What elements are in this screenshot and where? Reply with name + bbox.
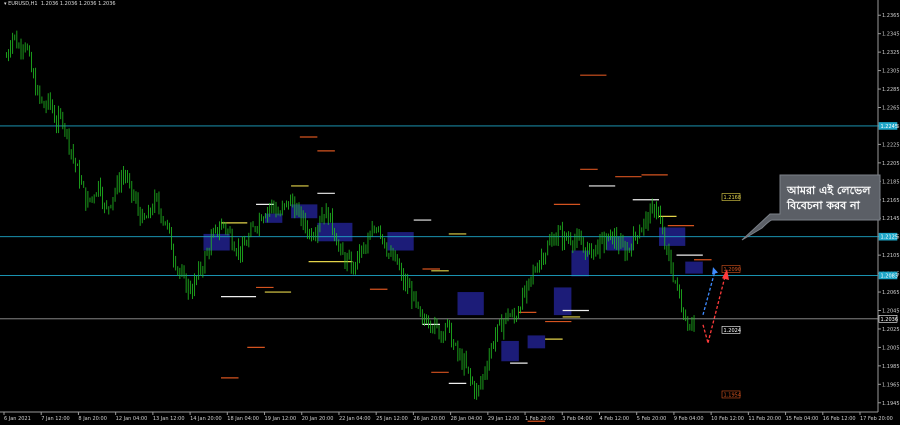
- x-tick-label: 22 Jan 04:00: [339, 416, 371, 422]
- x-tick-label: 25 Jan 12:00: [376, 416, 408, 422]
- blue-projection-arrow: [702, 270, 716, 315]
- red-projection-down: [702, 324, 709, 343]
- y-tick-label: 1.2065: [882, 290, 900, 296]
- callout-line-1: আমরা এই লেভেল: [787, 184, 871, 197]
- supply-demand-zone: [571, 250, 589, 277]
- x-tick-label: 16 Feb 12:00: [823, 416, 856, 422]
- x-tick-label: 17 Feb 20:00: [860, 416, 893, 422]
- x-tick-label: 4 Feb 12:00: [599, 416, 629, 422]
- y-tick-label: 1.2325: [882, 50, 900, 56]
- y-tick-label: 1.1945: [882, 401, 900, 407]
- callout-text: আমরা এই লেভেল বিবেচনা করব না: [787, 183, 879, 213]
- price-label: 1.2168: [724, 195, 742, 201]
- x-tick-label: 19 Jan 12:00: [265, 416, 297, 422]
- x-tick-label: 5 Feb 20:00: [637, 416, 667, 422]
- y-tick-label: 1.1965: [882, 382, 900, 388]
- x-tick-label: 20 Jan 20:00: [302, 416, 334, 422]
- price-label: 1.2036: [881, 317, 899, 323]
- supply-demand-zone: [457, 292, 484, 316]
- x-tick-label: 15 Feb 04:00: [786, 416, 819, 422]
- x-tick-label: 29 Jan 12:00: [488, 416, 520, 422]
- price-label: 1.2125: [881, 235, 899, 241]
- y-tick-label: 1.2305: [882, 69, 900, 75]
- y-tick-label: 1.2365: [882, 13, 900, 19]
- y-tick-label: 1.2145: [882, 216, 900, 222]
- x-tick-label: 6 Jan 2021: [4, 416, 31, 422]
- y-tick-label: 1.2265: [882, 106, 900, 112]
- price-label: 1.1954: [724, 392, 742, 398]
- y-tick-label: 1.2105: [882, 253, 900, 259]
- x-tick-label: 14 Jan 20:00: [190, 416, 222, 422]
- x-tick-label: 12 Jan 04:00: [116, 416, 148, 422]
- price-label: 1.2083: [881, 273, 899, 279]
- blue-arrowhead-icon: [712, 267, 718, 275]
- y-tick-label: 1.2045: [882, 309, 900, 315]
- supply-demand-zone: [387, 232, 414, 251]
- x-tick-label: 8 Jan 20:00: [78, 416, 106, 422]
- y-tick-label: 1.2285: [882, 87, 900, 93]
- chart-window[interactable]: ▾ EURUSD,H1 1.2036 1.2036 1.2036 1.2036 …: [0, 0, 900, 425]
- x-tick-label: 18 Jan 04:00: [227, 416, 259, 422]
- supply-demand-zone: [527, 335, 546, 349]
- supply-demand-zone: [501, 340, 519, 362]
- x-tick-label: 7 Jan 12:00: [41, 416, 69, 422]
- price-label: 1.2024: [724, 328, 742, 334]
- x-tick-label: 28 Jan 04:00: [451, 416, 483, 422]
- candles-group: [5, 30, 695, 400]
- x-tick-label: 13 Jan 12:00: [153, 416, 185, 422]
- x-tick-label: 9 Feb 04:00: [674, 416, 704, 422]
- callout-line-2: বিবেচনা করব না: [787, 199, 860, 212]
- x-tick-label: 11 Feb 20:00: [748, 416, 781, 422]
- y-tick-label: 1.2185: [882, 179, 900, 185]
- x-tick-label: 10 Feb 12:00: [711, 416, 744, 422]
- y-tick-label: 1.2165: [882, 198, 900, 204]
- x-tick-label: 3 Feb 04:00: [562, 416, 592, 422]
- price-chart[interactable]: 1.2365 1.2345 1.2325 1.2305 1.2285 1.2265 1.22…: [0, 0, 900, 425]
- y-tick-label: 1.2205: [882, 161, 900, 167]
- y-tick-label: 1.2225: [882, 142, 900, 148]
- y-tick-label: 1.1985: [882, 364, 900, 370]
- price-label: 1.2245: [881, 124, 899, 130]
- x-tick-label: 26 Jan 20:00: [413, 416, 445, 422]
- y-tick-label: 1.2345: [882, 32, 900, 38]
- y-tick-label: 1.2025: [882, 327, 900, 333]
- y-tick-label: 1.2005: [882, 345, 900, 351]
- supply-demand-zone: [685, 261, 703, 274]
